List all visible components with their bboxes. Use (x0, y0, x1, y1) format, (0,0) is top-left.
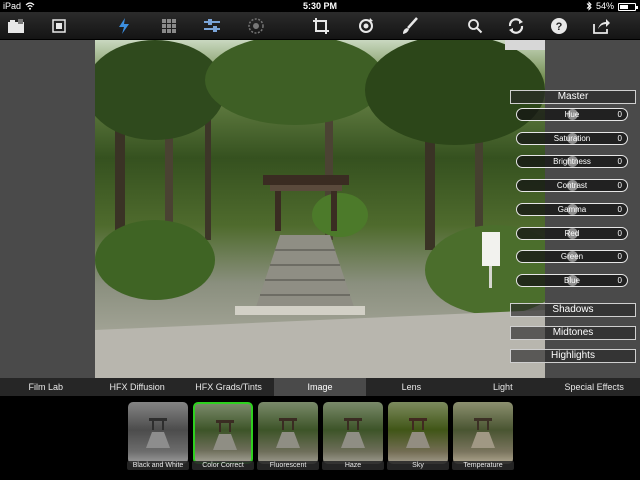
rotate-icon[interactable] (356, 16, 376, 36)
help-icon-label: ? (556, 21, 563, 33)
target-icon[interactable] (246, 16, 266, 36)
highlights-section-button[interactable]: Highlights (510, 349, 636, 363)
slider-value: 0 (617, 252, 622, 262)
editor-area: Master Hue 0 Saturation 0 Brightness 0 Contras… (0, 40, 640, 378)
filter-preview-image (276, 418, 300, 448)
slider-green[interactable]: Green 0 (516, 250, 628, 264)
tab-hfx-diffusion[interactable]: HFX Diffusion (91, 378, 182, 396)
photo-import-icon[interactable] (6, 16, 26, 36)
status-time: 5:30 PM (302, 1, 337, 11)
slider-label: Saturation (553, 133, 591, 143)
photo-preview[interactable] (95, 40, 545, 378)
filter-label: Black and White (127, 461, 189, 470)
photo-scene (95, 40, 545, 378)
status-right: 54% (586, 0, 638, 12)
filter-preview-image (471, 418, 495, 448)
battery-icon (618, 3, 638, 11)
slider-label: Brightness (553, 157, 591, 167)
filter-thumbnail[interactable] (453, 402, 513, 464)
status-bar: iPad 5:30 PM 54% (0, 0, 640, 12)
filter-preview-image (406, 418, 430, 448)
filter-thumbnail[interactable] (193, 402, 253, 464)
slider-red[interactable]: Red 0 (516, 226, 628, 240)
grid-icon[interactable] (159, 16, 179, 36)
filter-thumbnail[interactable] (258, 402, 318, 464)
photo-edge-bar (505, 40, 545, 50)
slider-label: Green (560, 252, 584, 262)
battery-percent: 54% (595, 1, 614, 11)
slider-value: 0 (617, 157, 622, 167)
slider-value: 0 (617, 228, 622, 238)
slider-blue[interactable]: Blue 0 (516, 273, 628, 287)
filter-label: Color Correct (192, 461, 254, 470)
fullscreen-icon[interactable] (49, 16, 69, 36)
slider-label: Blue (563, 275, 580, 285)
slider-label: Contrast (556, 181, 588, 191)
filter-thumbnail[interactable] (388, 402, 448, 464)
lightning-icon[interactable] (114, 16, 134, 36)
refresh-icon[interactable] (506, 16, 526, 36)
slider-value: 0 (617, 133, 622, 143)
master-section-button[interactable]: Master (510, 90, 636, 104)
filter-preview-image (341, 418, 365, 448)
tab-lens[interactable]: Lens (366, 378, 457, 396)
shadows-section-button[interactable]: Shadows (510, 303, 636, 317)
slider-value: 0 (617, 275, 622, 285)
help-icon[interactable]: ? (549, 16, 569, 36)
toolbar: ? (0, 12, 640, 40)
filter-preview-image (146, 418, 170, 448)
tab-film-lab[interactable]: Film Lab (0, 378, 91, 396)
filter-thumbnail[interactable] (128, 402, 188, 464)
search-icon[interactable] (465, 16, 485, 36)
tab-hfx-grads-tints[interactable]: HFX Grads/Tints (183, 378, 274, 396)
slider-label: Hue (564, 110, 580, 119)
filter-preview-image (213, 420, 237, 450)
tab-special-effects[interactable]: Special Effects (549, 378, 640, 396)
slider-hue[interactable]: Hue 0 (516, 108, 628, 121)
slider-label: Gamma (557, 204, 587, 214)
filter-strip: Black and White Color Correct Fluorescent H… (0, 396, 640, 480)
bluetooth-icon (586, 1, 592, 11)
filter-label: Haze (322, 461, 384, 470)
battery-level (620, 5, 628, 9)
slider-saturation[interactable]: Saturation 0 (516, 131, 628, 145)
tab-light[interactable]: Light (457, 378, 548, 396)
brush-icon[interactable] (400, 16, 420, 36)
category-tabs: Film Lab HFX Diffusion HFX Grads/Tints Imag… (0, 378, 640, 396)
slider-label: Red (564, 228, 580, 238)
sliders-icon[interactable] (202, 16, 222, 36)
slider-gamma[interactable]: Gamma 0 (516, 202, 628, 216)
filter-label: Fluorescent (257, 461, 319, 470)
share-icon[interactable] (592, 16, 612, 36)
slider-brightness[interactable]: Brightness 0 (516, 155, 628, 169)
slider-value: 0 (617, 110, 622, 119)
filter-label: Temperature (452, 461, 514, 470)
midtones-section-button[interactable]: Midtones (510, 326, 636, 340)
slider-value: 0 (617, 204, 622, 214)
slider-value: 0 (617, 181, 622, 191)
tab-image[interactable]: Image (274, 378, 366, 396)
slider-contrast[interactable]: Contrast 0 (516, 179, 628, 193)
crop-icon[interactable] (311, 16, 331, 36)
filter-label: Sky (387, 461, 449, 470)
adjustments-panel: Master Hue 0 Saturation 0 Brightness 0 Contras… (508, 90, 636, 390)
filter-thumbnail[interactable] (323, 402, 383, 464)
